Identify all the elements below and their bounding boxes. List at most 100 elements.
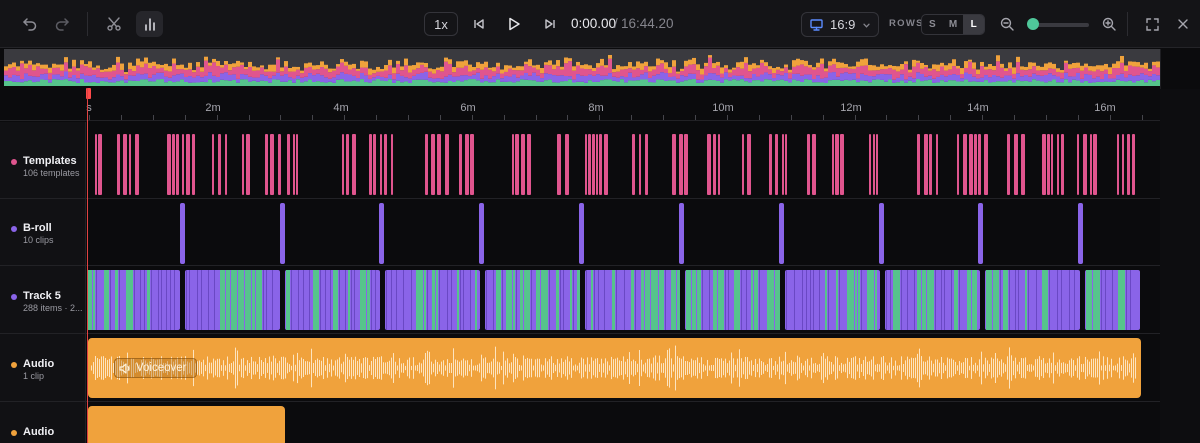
track5-item[interactable] — [671, 270, 676, 330]
track5-item[interactable] — [692, 270, 696, 330]
template-clip[interactable] — [812, 134, 816, 195]
template-clip[interactable] — [218, 134, 221, 195]
template-clip[interactable] — [515, 134, 519, 195]
template-clip[interactable] — [924, 134, 928, 195]
track5-item[interactable] — [858, 270, 860, 330]
row-size-l-button[interactable]: L — [963, 15, 984, 34]
broll-clip[interactable] — [978, 203, 983, 264]
broll-clip[interactable] — [679, 203, 684, 264]
track5-item[interactable] — [436, 270, 438, 330]
broll-clip[interactable] — [579, 203, 584, 264]
template-clip[interactable] — [1117, 134, 1119, 195]
template-clip[interactable] — [929, 134, 932, 195]
track5-item[interactable] — [641, 270, 644, 330]
broll-clip[interactable] — [280, 203, 285, 264]
track5-item[interactable] — [954, 270, 958, 330]
track5-item[interactable] — [333, 270, 338, 330]
template-clip[interactable] — [129, 134, 131, 195]
template-clip[interactable] — [769, 134, 772, 195]
template-clip[interactable] — [117, 134, 120, 195]
track5-item[interactable] — [506, 270, 512, 330]
track5-item[interactable] — [875, 270, 877, 330]
track5-item[interactable] — [432, 270, 435, 330]
template-clip[interactable] — [1132, 134, 1135, 195]
track5-item[interactable] — [513, 270, 515, 330]
template-clip[interactable] — [832, 134, 834, 195]
track5-item[interactable] — [88, 270, 92, 330]
template-clip[interactable] — [742, 134, 744, 195]
broll-clip[interactable] — [879, 203, 884, 264]
broll-clip[interactable] — [379, 203, 384, 264]
track5-item[interactable] — [972, 270, 977, 330]
redo-button[interactable] — [52, 14, 72, 34]
row-size-s-button[interactable]: S — [922, 15, 943, 34]
track5-item[interactable] — [993, 270, 999, 330]
template-clip[interactable] — [917, 134, 920, 195]
template-clip[interactable] — [672, 134, 676, 195]
template-clip[interactable] — [391, 134, 393, 195]
track5-block[interactable] — [985, 270, 1080, 330]
aspect-ratio-select[interactable]: 16:9 — [801, 12, 879, 37]
template-clip[interactable] — [192, 134, 195, 195]
template-clip[interactable] — [984, 134, 988, 195]
template-clip[interactable] — [1047, 134, 1050, 195]
track5-item[interactable] — [751, 270, 753, 330]
track5-item[interactable] — [713, 270, 717, 330]
template-clip[interactable] — [963, 134, 967, 195]
track5-item[interactable] — [457, 270, 459, 330]
track5-item[interactable] — [659, 270, 664, 330]
track5-item[interactable] — [917, 270, 921, 330]
track5-item[interactable] — [93, 270, 95, 330]
template-clip[interactable] — [1061, 134, 1064, 195]
template-clip[interactable] — [176, 134, 179, 195]
template-clip[interactable] — [373, 134, 376, 195]
broll-clip[interactable] — [779, 203, 784, 264]
track5-item[interactable] — [115, 270, 118, 330]
template-clip[interactable] — [246, 134, 250, 195]
track5-item[interactable] — [577, 270, 580, 330]
track5-item[interactable] — [536, 270, 540, 330]
template-clip[interactable] — [599, 134, 602, 195]
template-clip[interactable] — [775, 134, 778, 195]
template-clip[interactable] — [431, 134, 435, 195]
broll-clip[interactable] — [479, 203, 484, 264]
template-clip[interactable] — [369, 134, 372, 195]
template-clip[interactable] — [521, 134, 525, 195]
voiceover-audio-clip[interactable] — [87, 334, 1160, 402]
track5-item[interactable] — [520, 270, 523, 330]
track5-item[interactable] — [718, 270, 724, 330]
track5-item[interactable] — [697, 270, 701, 330]
template-clip[interactable] — [835, 134, 839, 195]
template-clip[interactable] — [1077, 134, 1079, 195]
audio-clip[interactable] — [88, 406, 285, 443]
template-clip[interactable] — [425, 134, 428, 195]
template-clip[interactable] — [352, 134, 356, 195]
template-clip[interactable] — [785, 134, 787, 195]
template-clip[interactable] — [172, 134, 175, 195]
skip-back-button[interactable] — [469, 14, 489, 34]
template-clip[interactable] — [527, 134, 531, 195]
playback-speed-button[interactable]: 1x — [424, 12, 458, 36]
template-clip[interactable] — [465, 134, 469, 195]
track5-item[interactable] — [424, 270, 426, 330]
track5-item[interactable] — [238, 270, 244, 330]
track5-item[interactable] — [867, 270, 874, 330]
template-clip[interactable] — [782, 134, 784, 195]
zoom-slider-track[interactable] — [1033, 23, 1089, 27]
track5-item[interactable] — [1003, 270, 1008, 330]
template-clip[interactable] — [123, 134, 127, 195]
template-clip[interactable] — [470, 134, 474, 195]
template-clip[interactable] — [346, 134, 349, 195]
track5-item[interactable] — [252, 270, 255, 330]
broll-clip[interactable] — [1078, 203, 1083, 264]
track5-item[interactable] — [1025, 270, 1027, 330]
track5-item[interactable] — [734, 270, 740, 330]
track5-item[interactable] — [754, 270, 758, 330]
template-clip[interactable] — [588, 134, 591, 195]
track5-item[interactable] — [645, 270, 650, 330]
template-clip[interactable] — [876, 134, 878, 195]
template-clip[interactable] — [957, 134, 959, 195]
undo-button[interactable] — [20, 14, 40, 34]
track5-item[interactable] — [651, 270, 658, 330]
template-clip[interactable] — [684, 134, 688, 195]
